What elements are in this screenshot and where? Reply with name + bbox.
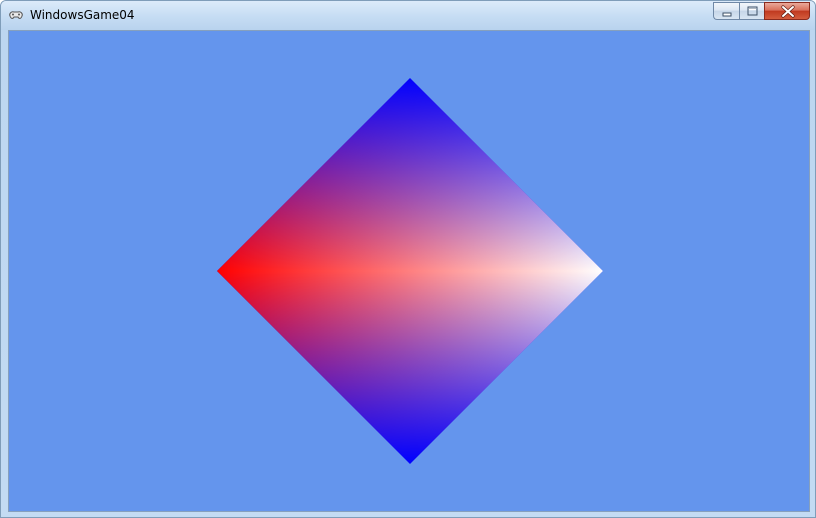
close-button[interactable] — [764, 2, 810, 20]
gradient-diamond — [217, 78, 603, 464]
title-bar[interactable]: WindowsGame04 — [1, 1, 815, 30]
maximize-icon — [747, 6, 758, 16]
game-viewport[interactable] — [8, 30, 810, 512]
game-window: WindowsGame04 — [0, 0, 816, 518]
gamepad-icon[interactable] — [8, 7, 24, 23]
close-icon — [781, 5, 795, 18]
maximize-button[interactable] — [739, 2, 764, 20]
window-title: WindowsGame04 — [30, 8, 135, 22]
minimize-button[interactable] — [713, 2, 739, 20]
minimize-icon — [722, 12, 732, 17]
scene-canvas — [217, 78, 603, 464]
caption-buttons — [713, 2, 810, 21]
